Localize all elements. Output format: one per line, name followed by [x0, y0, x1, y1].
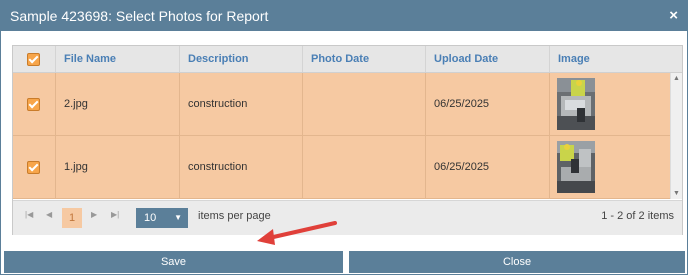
last-page-icon[interactable]: ▶| [111, 210, 119, 219]
first-page-icon[interactable]: |◀ [25, 210, 33, 219]
page-size-select[interactable]: 10 ▼ [136, 208, 188, 228]
scroll-up-icon[interactable]: ▲ [673, 75, 680, 82]
photo-date-cell [302, 136, 425, 198]
row-checkbox[interactable] [27, 98, 40, 111]
upload-date-cell: 06/25/2025 [425, 136, 549, 198]
description-cell: construction [179, 136, 302, 198]
table-row[interactable]: 2.jpg construction 06/25/2025 [13, 73, 671, 136]
dialog-titlebar: Sample 423698: Select Photos for Report … [1, 1, 687, 31]
scroll-down-icon[interactable]: ▼ [673, 190, 680, 197]
column-header-description[interactable]: Description [179, 46, 302, 72]
pager: |◀ ◀ 1 ▶ ▶| 10 ▼ items per page 1 - 2 of… [13, 200, 682, 235]
description-cell: construction [179, 73, 302, 135]
image-cell [549, 73, 671, 135]
grid-header: File Name Description Photo Date Upload … [13, 46, 682, 73]
column-header-upload-date[interactable]: Upload Date [425, 46, 549, 72]
pager-info: 1 - 2 of 2 items [601, 210, 674, 222]
image-cell [549, 136, 671, 198]
photo-thumbnail[interactable] [557, 141, 595, 193]
photos-grid: File Name Description Photo Date Upload … [12, 45, 683, 235]
previous-page-icon[interactable]: ◀ [46, 210, 52, 219]
column-header-file-name[interactable]: File Name [55, 46, 179, 72]
select-all-checkbox[interactable] [27, 53, 40, 66]
select-photos-dialog: Sample 423698: Select Photos for Report … [0, 0, 688, 275]
dialog-title: Sample 423698: Select Photos for Report [10, 8, 269, 24]
grid-scrollbar[interactable]: ▲ ▼ [670, 73, 682, 199]
column-header-image[interactable]: Image [549, 46, 682, 72]
row-checkbox[interactable] [27, 161, 40, 174]
file-name-cell: 2.jpg [55, 73, 179, 135]
column-header-photo-date[interactable]: Photo Date [302, 46, 425, 72]
close-icon[interactable]: × [669, 7, 678, 24]
file-name-cell: 1.jpg [55, 136, 179, 198]
table-row[interactable]: 1.jpg construction 06/25/2025 [13, 136, 671, 199]
photo-date-cell [302, 73, 425, 135]
page-size-value: 10 [144, 212, 157, 224]
next-page-icon[interactable]: ▶ [91, 210, 97, 219]
annotation-arrow-icon [257, 221, 337, 245]
save-button[interactable]: Save [4, 251, 343, 273]
current-page-number[interactable]: 1 [62, 208, 82, 228]
upload-date-cell: 06/25/2025 [425, 73, 549, 135]
photo-thumbnail[interactable] [557, 78, 595, 130]
chevron-down-icon: ▼ [174, 213, 182, 222]
close-button[interactable]: Close [349, 251, 685, 273]
